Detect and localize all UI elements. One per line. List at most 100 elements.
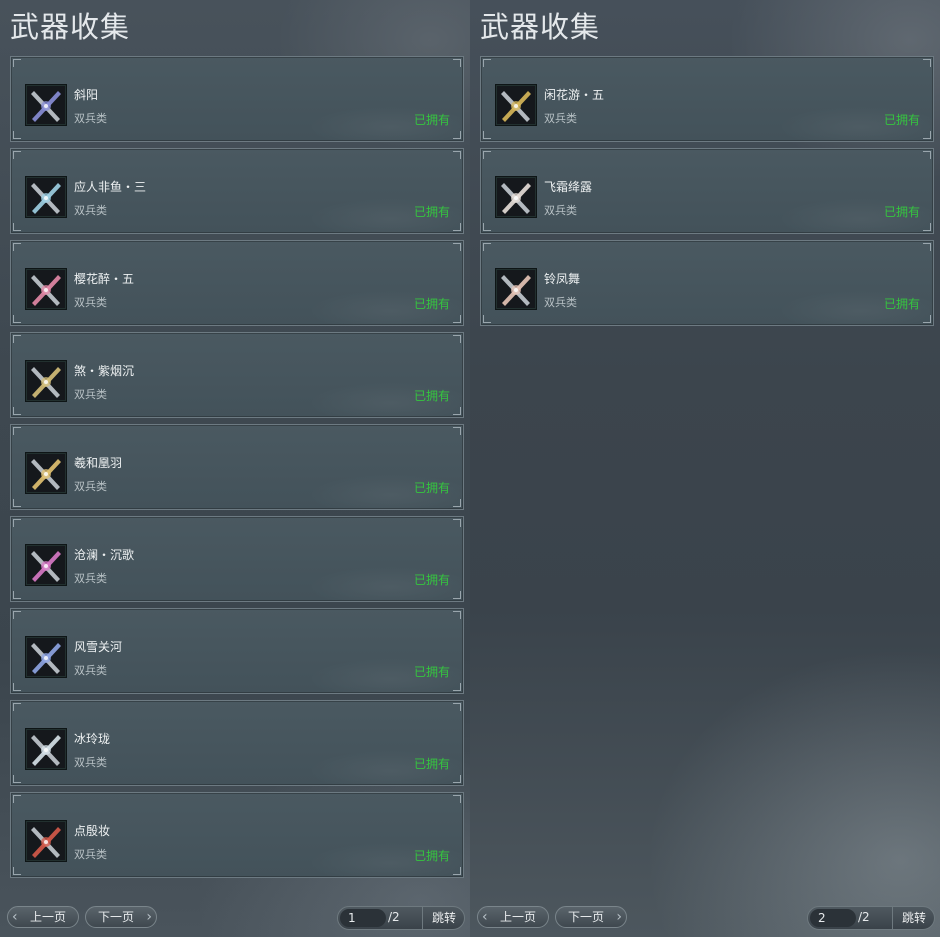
owned-status: 已拥有 bbox=[883, 205, 920, 219]
page-jump-control: /2 跳转 bbox=[337, 906, 465, 930]
corner-ornament bbox=[13, 427, 21, 435]
corner-ornament bbox=[453, 223, 461, 231]
weapon-collection-panel-right: 武器收集 闲花游・五 双兵类 已拥有 飞霜绛露 双兵类 已拥有 铃凤舞 双兵类 已拥有 ‹ 上一… bbox=[470, 0, 940, 937]
corner-ornament bbox=[483, 131, 491, 139]
weapon-type: 双兵类 bbox=[74, 480, 107, 493]
weapon-name: 羲和凰羽 bbox=[74, 456, 123, 470]
weapon-name: 沧澜・沉歌 bbox=[74, 548, 135, 562]
next-page-button[interactable]: 下一页 › bbox=[85, 906, 157, 928]
page-number-input[interactable] bbox=[810, 909, 856, 927]
corner-ornament bbox=[453, 775, 461, 783]
weapon-type: 双兵类 bbox=[544, 296, 577, 309]
next-page-label: 下一页 bbox=[97, 910, 134, 924]
corner-ornament bbox=[453, 611, 461, 619]
weapon-name: 应人非鱼・三 bbox=[74, 180, 147, 194]
panel-title: 武器收集 bbox=[480, 10, 601, 44]
corner-ornament bbox=[453, 315, 461, 323]
weapon-icon-xihehuangyu[interactable] bbox=[26, 453, 66, 493]
corner-ornament bbox=[453, 243, 461, 251]
weapon-collection-panel-left: 武器收集 斜阳 双兵类 已拥有 应人非鱼・三 双兵类 已拥有 樱花醉・五 双兵类 已拥有 煞・紫烟… bbox=[0, 0, 470, 937]
weapon-type: 双兵类 bbox=[544, 112, 577, 125]
corner-ornament bbox=[453, 59, 461, 67]
weapon-list-item[interactable]: 沧澜・沉歌 双兵类 已拥有 bbox=[10, 516, 464, 602]
weapon-list-item[interactable]: 羲和凰羽 双兵类 已拥有 bbox=[10, 424, 464, 510]
corner-ornament bbox=[453, 131, 461, 139]
page-total: /2 bbox=[858, 910, 870, 924]
weapon-list-item[interactable]: 斜阳 双兵类 已拥有 bbox=[10, 56, 464, 142]
pagination-bar: ‹ 上一页 下一页 › /2 跳转 bbox=[0, 904, 470, 932]
corner-ornament bbox=[13, 223, 21, 231]
owned-status: 已拥有 bbox=[883, 113, 920, 127]
weapon-icon-ziyanchen[interactable] bbox=[26, 361, 66, 401]
weapon-list-item[interactable]: 煞・紫烟沉 双兵类 已拥有 bbox=[10, 332, 464, 418]
weapon-list-item[interactable]: 樱花醉・五 双兵类 已拥有 bbox=[10, 240, 464, 326]
weapon-name: 铃凤舞 bbox=[544, 272, 581, 286]
prev-page-label: 上一页 bbox=[29, 910, 66, 924]
corner-ornament bbox=[923, 131, 931, 139]
weapon-list-item[interactable]: 点殷妆 双兵类 已拥有 bbox=[10, 792, 464, 878]
weapon-list-item[interactable]: 风雪关河 双兵类 已拥有 bbox=[10, 608, 464, 694]
weapon-name: 冰玲珑 bbox=[74, 732, 111, 746]
weapon-type: 双兵类 bbox=[74, 756, 107, 769]
prev-page-button[interactable]: ‹ 上一页 bbox=[477, 906, 549, 928]
corner-ornament bbox=[13, 315, 21, 323]
weapon-type: 双兵类 bbox=[74, 296, 107, 309]
corner-ornament bbox=[13, 243, 21, 251]
next-page-label: 下一页 bbox=[567, 910, 604, 924]
corner-ornament bbox=[923, 59, 931, 67]
weapon-icon-feishuang[interactable] bbox=[496, 177, 536, 217]
weapon-type: 双兵类 bbox=[74, 848, 107, 861]
page-jump-control: /2 跳转 bbox=[807, 906, 935, 930]
corner-ornament bbox=[13, 499, 21, 507]
owned-status: 已拥有 bbox=[413, 205, 450, 219]
corner-ornament bbox=[923, 223, 931, 231]
page-total: /2 bbox=[388, 910, 400, 924]
weapon-icon-xianhuayou[interactable] bbox=[496, 85, 536, 125]
weapon-icon-yingrenfeiyu[interactable] bbox=[26, 177, 66, 217]
corner-ornament bbox=[483, 315, 491, 323]
weapon-icon-canglan[interactable] bbox=[26, 545, 66, 585]
weapon-list-item[interactable]: 铃凤舞双兵类 已拥有 bbox=[480, 240, 934, 326]
weapon-icon-binglinglong[interactable] bbox=[26, 729, 66, 769]
jump-button[interactable]: 跳转 bbox=[892, 907, 935, 929]
weapon-icon-xieyang[interactable] bbox=[26, 85, 66, 125]
corner-ornament bbox=[483, 151, 491, 159]
next-page-button[interactable]: 下一页 › bbox=[555, 906, 627, 928]
corner-ornament bbox=[13, 151, 21, 159]
weapon-icon-dianyinzhuang[interactable] bbox=[26, 821, 66, 861]
weapon-type: 双兵类 bbox=[74, 112, 107, 125]
corner-ornament bbox=[453, 427, 461, 435]
corner-ornament bbox=[483, 243, 491, 251]
page-number-input[interactable] bbox=[340, 909, 386, 927]
weapon-list: 斜阳 双兵类 已拥有 应人非鱼・三 双兵类 已拥有 樱花醉・五 双兵类 已拥有 煞・紫烟沉 双兵类已… bbox=[10, 56, 464, 884]
corner-ornament bbox=[13, 795, 21, 803]
weapon-name: 樱花醉・五 bbox=[74, 272, 135, 286]
weapon-type: 双兵类 bbox=[544, 204, 577, 217]
jump-button[interactable]: 跳转 bbox=[422, 907, 465, 929]
chevron-left-icon: ‹ bbox=[12, 909, 18, 925]
corner-ornament bbox=[13, 59, 21, 67]
corner-ornament bbox=[923, 315, 931, 323]
prev-page-button[interactable]: ‹ 上一页 bbox=[7, 906, 79, 928]
weapon-list-item[interactable]: 飞霜绛露 双兵类 已拥有 bbox=[480, 148, 934, 234]
weapon-icon-yinghuazui[interactable] bbox=[26, 269, 66, 309]
weapon-type: 双兵类 bbox=[74, 664, 107, 677]
corner-ornament bbox=[453, 867, 461, 875]
weapon-list-item[interactable]: 冰玲珑 双兵类 已拥有 bbox=[10, 700, 464, 786]
weapon-icon-lingfengwu[interactable] bbox=[496, 269, 536, 309]
weapon-list-item[interactable]: 闲花游・五 双兵类 已拥有 bbox=[480, 56, 934, 142]
corner-ornament bbox=[13, 703, 21, 711]
weapon-name: 煞・紫烟沉 bbox=[74, 364, 135, 378]
corner-ornament bbox=[483, 223, 491, 231]
owned-status: 已拥有 bbox=[413, 573, 450, 587]
corner-ornament bbox=[923, 243, 931, 251]
corner-ornament bbox=[13, 683, 21, 691]
chevron-right-icon: › bbox=[616, 909, 622, 925]
chevron-left-icon: ‹ bbox=[482, 909, 488, 925]
corner-ornament bbox=[453, 519, 461, 527]
owned-status: 已拥有 bbox=[883, 297, 920, 311]
corner-ornament bbox=[13, 131, 21, 139]
weapon-list-item[interactable]: 应人非鱼・三 双兵类 已拥有 bbox=[10, 148, 464, 234]
weapon-icon-fengxue[interactable] bbox=[26, 637, 66, 677]
prev-page-label: 上一页 bbox=[499, 910, 536, 924]
